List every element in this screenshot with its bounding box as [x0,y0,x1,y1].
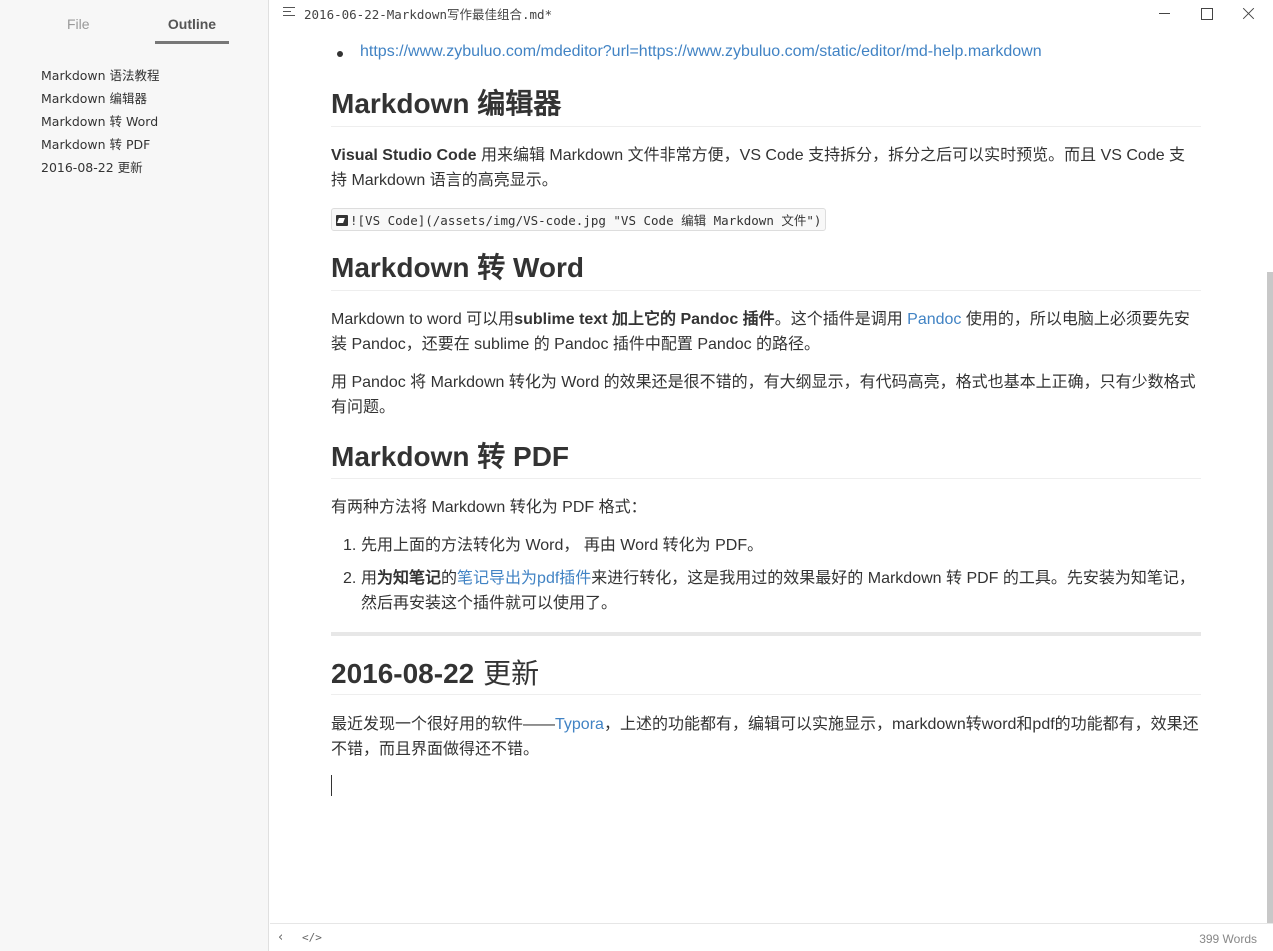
update-text-a: 最近发现一个很好用的软件—— [331,716,556,733]
update-date: 2016-08-22 [331,658,475,689]
export-pdf-plugin-link[interactable]: 笔记导出为pdf插件 [457,570,591,587]
step-text: 先用上面的方法转化为 Word， 再由 Word 转化为 PDF。 [361,537,764,554]
sidebar-tabs: File Outline [0,0,269,46]
heading-rule [331,290,1201,291]
heading-pdf: Markdown 转 PDF [331,441,570,472]
image-icon [336,215,348,226]
outline-list: Markdown 语法教程 Markdown 编辑器 Markdown 转 Wo… [41,66,160,181]
word-text-bold: sublime text 加上它的 [514,311,681,328]
typora-link[interactable]: Typora [555,716,604,733]
list-item-link: https://www.zybuluo.com/mdeditor?url=htt… [331,43,1042,61]
outline-item-word[interactable]: Markdown 转 Word [41,112,160,135]
horizontal-rule [331,632,1201,636]
bullet [337,51,343,57]
pandoc-link[interactable]: Pandoc [907,311,961,328]
step-text-c: 的 [441,570,458,587]
tab-outline-underline [155,41,229,44]
word-text-a: Markdown to word 可以用 [331,311,515,328]
heading-rule [331,126,1201,127]
word-text-c: 。这个插件是调用 [774,311,908,328]
step-text: 用为知笔记的笔记导出为pdf插件来进行转化，这是我用过的效果最好的 Markdo… [361,566,1201,616]
heading-rule [331,478,1201,479]
markdown-help-link[interactable]: https://www.zybuluo.com/mdeditor?url=htt… [360,43,1042,60]
back-icon[interactable]: ‹ [278,930,283,945]
text-cursor [331,775,332,796]
document-title: 2016-06-22-Markdown写作最佳组合.md* [304,7,553,22]
paragraph-vscode: Visual Studio Code 用来编辑 Markdown 文件非常方便，… [331,143,1201,193]
paragraph-update: 最近发现一个很好用的软件——Typora，上述的功能都有，编辑可以实施显示，ma… [331,712,1201,762]
menu-icon[interactable] [283,6,297,18]
update-word: 更新 [474,657,540,690]
scrollbar-thumb[interactable] [1267,272,1273,923]
heading-editor: Markdown 编辑器 [331,88,562,119]
statusbar: ‹ </> 399 Words [270,923,1273,951]
outline-item-syntax[interactable]: Markdown 语法教程 [41,66,160,89]
paragraph-pdf-intro: 有两种方法将 Markdown 转化为 PDF 格式： [331,499,647,516]
wiz-note-bold: 为知笔记 [377,570,442,587]
image-code-text: ![VS Code](/assets/img/VS-code.jpg "VS C… [350,213,822,228]
step-number: 1. [343,537,357,554]
sidebar: File Outline Markdown 语法教程 Markdown 编辑器 … [0,0,269,951]
outline-item-update[interactable]: 2016-08-22 更新 [41,158,160,181]
pandoc-plugin-link[interactable]: Pandoc 插件 [680,311,774,328]
image-markdown-code: ![VS Code](/assets/img/VS-code.jpg "VS C… [331,208,827,231]
heading-word: Markdown 转 Word [331,252,585,283]
paragraph-word-2: 用 Pandoc 将 Markdown 转化为 Word 的效果还是很不错的，有… [331,374,1196,416]
heading-rule [331,694,1201,695]
vscode-bold: Visual Studio Code [331,147,477,164]
minimize-icon[interactable] [1143,0,1185,28]
outline-item-pdf[interactable]: Markdown 转 PDF [41,135,160,158]
step-text-a: 用 [361,570,378,587]
maximize-icon[interactable] [1186,0,1228,28]
titlebar: 2016-06-22-Markdown写作最佳组合.md* [270,0,1273,28]
step-number: 2. [343,570,357,587]
tab-outline[interactable]: Outline [155,16,229,32]
tab-file[interactable]: File [67,16,90,32]
paragraph-word-1: Markdown to word 可以用sublime text 加上它的 Pa… [331,307,1201,357]
close-icon[interactable] [1228,0,1270,28]
word-count[interactable]: 399 Words [1199,932,1257,946]
outline-item-editor[interactable]: Markdown 编辑器 [41,89,160,112]
heading-update: 2016-08-22 更新 [331,652,539,692]
source-code-icon[interactable]: </> [302,931,322,944]
